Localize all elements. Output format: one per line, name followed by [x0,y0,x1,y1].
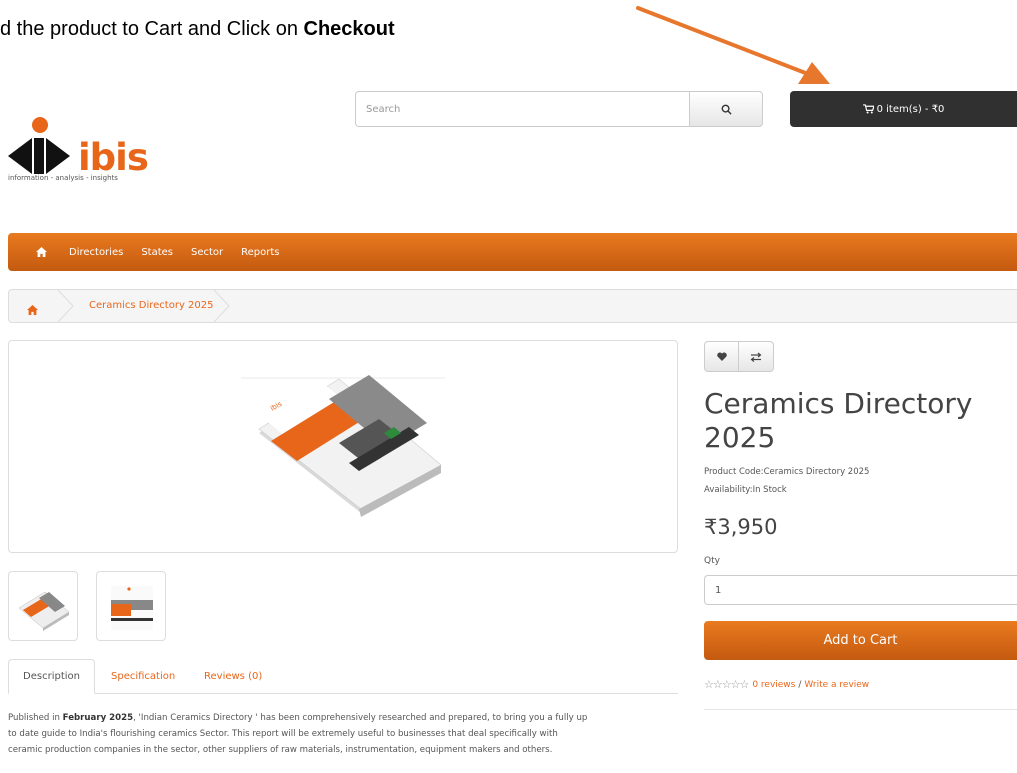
search-input[interactable] [355,91,689,127]
svg-text:ibis: ibis [269,400,284,413]
review-separator: / [798,679,802,690]
product-code-label: Product Code: [704,467,764,477]
product-tabs: Description Specification Reviews (0) [8,659,678,694]
breadcrumb: Ceramics Directory 2025 [8,289,1017,323]
site-logo[interactable]: ibis information - analysis - insights [6,116,156,188]
availability-label: Availability: [704,485,753,495]
divider [704,709,1017,710]
compare-button[interactable] [739,341,774,372]
description-line1-rest: , 'Indian Ceramics Directory ' has been … [133,713,588,723]
description-line-3: ceramic production companies in the sect… [8,745,553,755]
description-line-1: Published in February 2025, 'Indian Cera… [8,710,698,726]
product-code: Product Code:Ceramics Directory 2025 [704,467,869,477]
home-icon [27,305,38,315]
search-group [355,91,763,127]
product-rating: ☆☆☆☆☆ 0 reviews / Write a review [704,678,869,691]
tab-specification[interactable]: Specification [111,659,175,694]
search-button[interactable] [689,91,763,127]
qty-input[interactable] [704,575,1017,605]
write-review-link[interactable]: Write a review [804,680,869,690]
product-action-buttons [704,341,774,372]
cart-button[interactable]: 0 item(s) - ₹0 [790,91,1017,127]
search-icon [721,104,732,115]
nav-home-link[interactable] [36,247,47,257]
instruction-bold: Checkout [303,18,395,40]
description-lead: Published in [8,713,63,723]
main-navbar: Directories States Sector Reports [8,233,1017,271]
thumbnail-image-2[interactable] [96,571,166,641]
description-bold: February 2025 [62,713,134,723]
description-line-2: to date guide to India's flourishing cer… [8,729,558,739]
breadcrumb-separator-icon [213,290,230,322]
wishlist-button[interactable] [704,341,739,372]
cart-icon [862,104,874,114]
product-code-value: Ceramics Directory 2025 [763,467,870,477]
logo-wordmark: ibis [78,136,149,179]
heart-icon [716,352,727,361]
tab-description[interactable]: Description [8,659,95,694]
thumbnail-book-angled [18,591,70,631]
nav-item-directories[interactable]: Directories [69,247,123,258]
nav-item-sector[interactable]: Sector [191,247,223,258]
instruction-prefix: d the product to Cart and Click on [0,18,304,40]
breadcrumb-home-link[interactable] [27,300,38,319]
reviews-count-link[interactable]: 0 reviews [752,680,795,690]
product-title: Ceramics Directory 2025 [704,387,973,454]
star-icon: ☆☆☆☆☆ [704,678,749,691]
compare-icon [750,352,762,362]
availability-value: In Stock [752,485,787,495]
product-price: ₹3,950 [704,515,778,539]
thumbnail-book-cover [111,586,153,630]
logo-mark-icon [8,117,70,174]
annotation-arrow-icon [636,6,830,84]
breadcrumb-separator-icon [57,290,74,322]
nav-item-reports[interactable]: Reports [241,247,279,258]
tab-reviews[interactable]: Reviews (0) [204,659,262,694]
product-availability: Availability:In Stock [704,485,787,495]
logo-tagline: information - analysis - insights [8,174,118,182]
nav-item-states[interactable]: States [141,247,173,258]
thumbnail-image-1[interactable] [8,571,78,641]
qty-label: Qty [704,556,720,566]
home-icon [36,247,47,257]
product-main-image[interactable]: ibis [8,340,678,553]
product-description: Published in February 2025, 'Indian Cera… [8,710,698,758]
breadcrumb-current-link[interactable]: Ceramics Directory 2025 [89,300,214,311]
add-to-cart-button[interactable]: Add to Cart [704,621,1017,660]
instruction-text: d the product to Cart and Click on Check… [0,18,395,41]
cart-label: 0 item(s) - ₹0 [876,103,945,115]
product-book-image: ibis [241,375,445,517]
